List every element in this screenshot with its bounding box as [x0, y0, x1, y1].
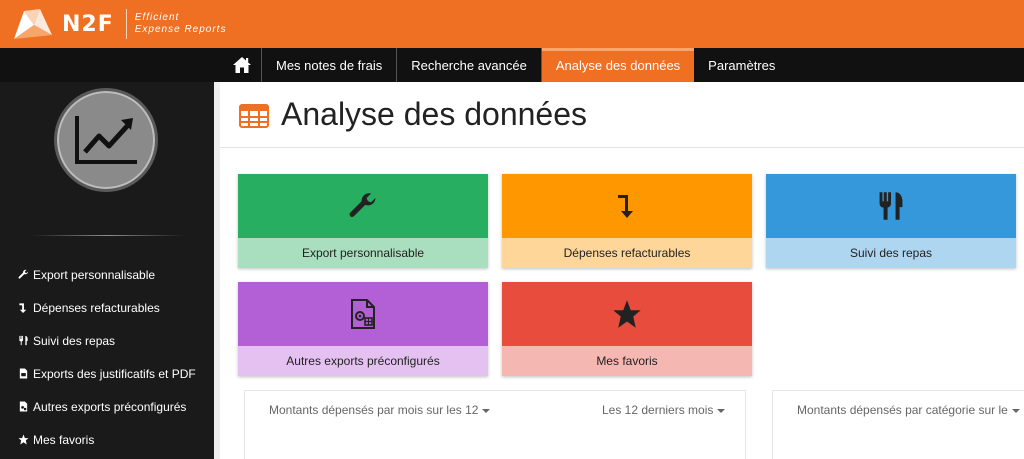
nav-analyse-des-donnees[interactable]: Analyse des données: [541, 48, 695, 89]
sidebar: Export personnalisable Dépenses refactur…: [0, 82, 214, 459]
nav-bar: Mes notes de frais Recherche avancée Ana…: [0, 48, 1024, 89]
sidebar-item-autres-exports-preconfigures[interactable]: Autres exports préconfigurés: [18, 390, 196, 423]
file-config-icon: [351, 299, 375, 329]
tagline: Efficient Expense Reports: [135, 12, 227, 36]
sidebar-item-label: Mes favoris: [33, 432, 95, 447]
logo-divider: [125, 9, 127, 39]
tile-label: Mes favoris: [502, 346, 752, 376]
category-chart-dropdown[interactable]: Montants dépensés par catégorie sur le: [797, 403, 1020, 417]
sidebar-item-label: Dépenses refacturables: [33, 300, 160, 315]
main-nav: Mes notes de frais Recherche avancée Ana…: [222, 48, 789, 89]
sidebar-item-label: Suivi des repas: [33, 333, 116, 348]
logo-text: N2F: [62, 11, 114, 37]
tile-suivi-des-repas[interactable]: Suivi des repas: [766, 174, 1016, 268]
tile-label: Autres exports préconfigurés: [238, 346, 488, 376]
star-icon: [18, 434, 33, 445]
arrow-down-turn-icon: [618, 195, 633, 218]
sidebar-item-label: Autres exports préconfigurés: [33, 399, 187, 414]
nav-mes-notes-de-frais[interactable]: Mes notes de frais: [262, 48, 398, 82]
tile-icon-area: [502, 174, 752, 238]
file-pdf-icon: [18, 368, 33, 379]
tagline-line-1: Efficient: [134, 12, 180, 23]
file-config-icon: [18, 401, 33, 412]
caret-down-icon: [482, 408, 491, 413]
logo[interactable]: N2F Efficient Expense Reports: [10, 4, 226, 44]
sidebar-item-mes-favoris[interactable]: Mes favoris: [18, 423, 196, 456]
star-icon: [613, 300, 641, 328]
caret-down-icon: [717, 408, 726, 413]
chart-line-icon: [75, 116, 137, 164]
wrench-icon: [18, 269, 33, 280]
home-button[interactable]: [222, 48, 262, 82]
utensils-icon: [18, 335, 33, 346]
n2f-logo-icon: [14, 9, 52, 39]
sidebar-divider: [30, 235, 185, 236]
top-bar: N2F Efficient Expense Reports: [0, 0, 1024, 48]
dropdown-label: Montants dépensés par catégorie sur le: [797, 403, 1008, 417]
tile-icon-area: [238, 282, 488, 346]
tile-mes-favoris[interactable]: Mes favoris: [502, 282, 752, 376]
sidebar-item-label: Export personnalisable: [33, 267, 156, 282]
monthly-chart-dropdown[interactable]: Montants dépensés par mois sur les 12: [269, 403, 491, 417]
main-content: Analyse des données Export personnalisab…: [220, 82, 1024, 459]
tile-icon-area: [502, 282, 752, 346]
wrench-icon: [349, 193, 376, 217]
page-title: Analyse des données: [281, 96, 587, 132]
tile-export-personnalisable[interactable]: Export personnalisable: [238, 174, 488, 268]
sidebar-item-suivi-des-repas[interactable]: Suivi des repas: [18, 324, 196, 357]
tile-icon-area: [766, 174, 1016, 238]
arrow-down-turn-icon: [18, 302, 33, 313]
nav-parametres[interactable]: Paramètres: [694, 48, 789, 82]
sidebar-item-exports-justificatifs-pdf[interactable]: Exports des justificatifs et PDF: [18, 357, 196, 390]
tile-icon-area: [238, 174, 488, 238]
sidebar-item-label: Exports des justificatifs et PDF: [33, 366, 196, 381]
tagline-line-2: Expense Reports: [134, 24, 227, 35]
home-icon: [232, 57, 251, 73]
card-category-amounts: Montants dépensés par catégorie sur le: [772, 390, 1024, 459]
sidebar-item-depenses-refacturables[interactable]: Dépenses refacturables: [18, 291, 196, 324]
nav-recherche-avancee[interactable]: Recherche avancée: [397, 48, 542, 82]
sidebar-item-export-personnalisable[interactable]: Export personnalisable: [18, 258, 196, 291]
dropdown-label: Les 12 derniers mois: [602, 403, 714, 417]
avatar: [54, 88, 158, 192]
tile-label: Export personnalisable: [238, 238, 488, 268]
tile-depenses-refacturables[interactable]: Dépenses refacturables: [502, 174, 752, 268]
dropdown-label: Montants dépensés par mois sur les 12: [269, 403, 479, 417]
page-header: Analyse des données: [220, 82, 1024, 148]
card-monthly-amounts: Montants dépensés par mois sur les 12 Le…: [244, 390, 746, 459]
table-icon: [239, 104, 269, 128]
tile-label: Dépenses refacturables: [502, 238, 752, 268]
utensils-icon: [879, 192, 903, 220]
caret-down-icon: [1011, 408, 1020, 413]
tile-autres-exports-preconfigures[interactable]: Autres exports préconfigurés: [238, 282, 488, 376]
sidebar-menu: Export personnalisable Dépenses refactur…: [18, 258, 196, 456]
period-dropdown[interactable]: Les 12 derniers mois: [602, 403, 726, 417]
tile-label: Suivi des repas: [766, 238, 1016, 268]
